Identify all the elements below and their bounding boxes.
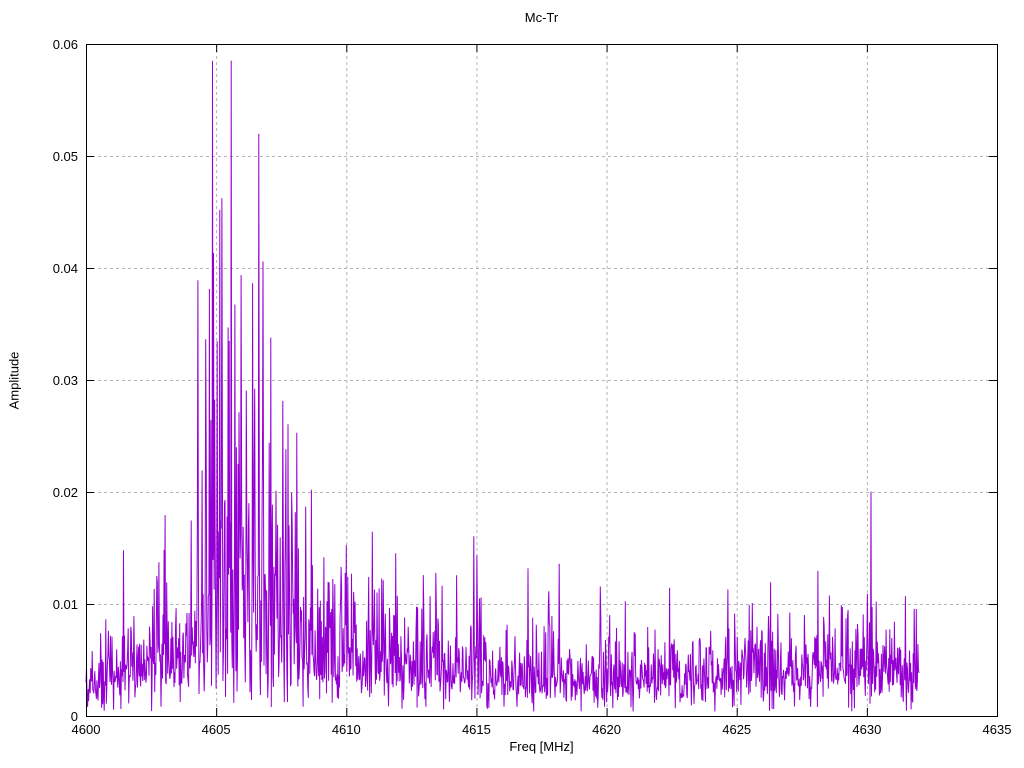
x-tick-label: 4625 (705, 722, 769, 737)
x-tick-label: 4615 (444, 722, 508, 737)
y-tick-label: 0.02 (16, 485, 78, 500)
plot-area (0, 0, 1024, 768)
x-tick-label: 4610 (314, 722, 378, 737)
x-tick-label: 4630 (835, 722, 899, 737)
y-tick-label: 0.04 (16, 261, 78, 276)
x-tick-label: 4600 (54, 722, 118, 737)
y-tick-label: 0.06 (16, 37, 78, 52)
spectrum-chart: Mc-Tr Amplitude Freq [MHz] 00.010.020.03… (0, 0, 1024, 768)
chart-title: Mc-Tr (86, 10, 997, 25)
x-tick-label: 4635 (965, 722, 1024, 737)
x-tick-label: 4605 (184, 722, 248, 737)
x-axis-label: Freq [MHz] (86, 739, 997, 754)
y-tick-label: 0.05 (16, 149, 78, 164)
x-tick-label: 4620 (575, 722, 639, 737)
data-line (86, 61, 919, 712)
y-tick-label: 0.03 (16, 373, 78, 388)
y-tick-label: 0.01 (16, 597, 78, 612)
